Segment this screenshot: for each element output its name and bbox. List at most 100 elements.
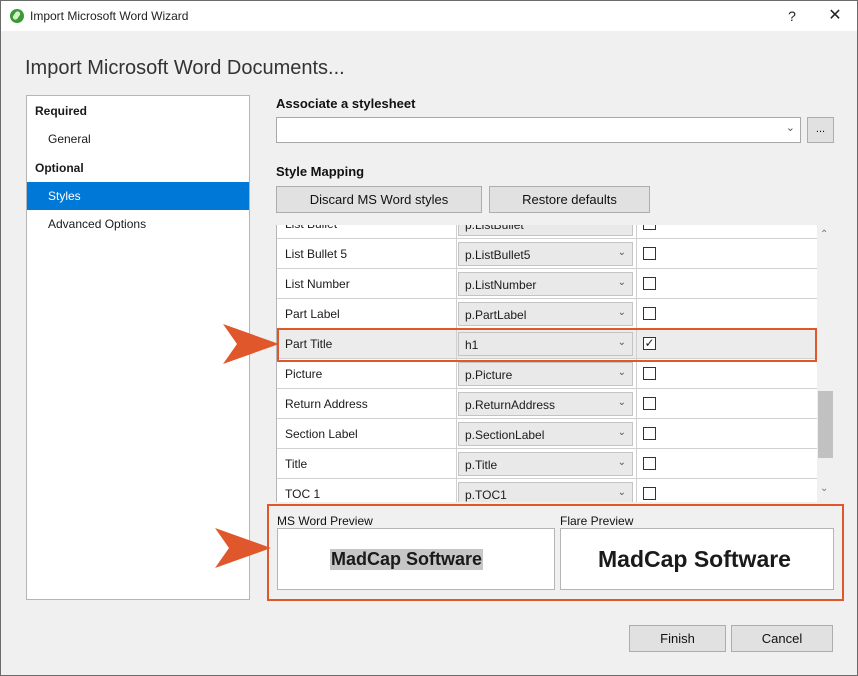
finish-button[interactable]: Finish (629, 625, 726, 652)
map-checkbox[interactable] (643, 247, 656, 260)
column-divider (456, 359, 457, 389)
style-select-value: p.ListNumber (465, 278, 537, 292)
table-row[interactable]: List Bullet 5 p.ListBullet5 ⌄ (277, 239, 817, 269)
table-row[interactable]: Picture p.Picture ⌄ (277, 359, 817, 389)
style-select[interactable]: p.Picture ⌄ (458, 362, 633, 386)
column-divider (456, 479, 457, 502)
flare-preview-text: MadCap Software (598, 546, 791, 572)
style-select-value: p.Title (465, 458, 498, 472)
stylesheet-combo[interactable]: ⌄ (276, 117, 801, 143)
column-divider (636, 269, 637, 299)
table-row[interactable]: Return Address p.ReturnAddress ⌄ (277, 389, 817, 419)
table-row[interactable]: List Bullet p.ListBullet ⌄ (277, 225, 817, 239)
column-divider (456, 389, 457, 419)
style-select[interactable]: p.TOC1 ⌄ (458, 482, 633, 502)
style-name-cell: Picture (285, 367, 323, 381)
nav-item-styles[interactable]: Styles (27, 182, 249, 210)
grid-scrollbar[interactable]: ⌃ ⌄ (817, 225, 834, 502)
chevron-down-icon: ⌄ (617, 307, 626, 318)
wizard-nav: Required General Optional Styles Advance… (26, 95, 250, 600)
style-name-cell: Title (285, 457, 308, 471)
restore-defaults-button[interactable]: Restore defaults (489, 186, 650, 213)
help-button[interactable]: ? (781, 5, 803, 27)
style-name-cell: Return Address (285, 397, 368, 411)
page-title: Import Microsoft Word Documents... (25, 57, 345, 79)
table-row[interactable]: Part Label p.PartLabel ⌄ (277, 299, 817, 329)
style-select-value: p.PartLabel (465, 308, 527, 322)
ms-word-preview-text: MadCap Software (330, 549, 484, 570)
ms-word-preview: MadCap Software (277, 528, 555, 590)
column-divider (636, 419, 637, 449)
style-select[interactable]: p.ListBullet5 ⌄ (458, 242, 633, 266)
map-checkbox[interactable] (643, 457, 656, 470)
column-divider (636, 479, 637, 502)
chevron-down-icon: ⌄ (785, 122, 795, 134)
flare-preview: MadCap Software (560, 528, 834, 590)
style-select-value: p.ListBullet (465, 225, 524, 232)
chevron-down-icon: ⌄ (617, 487, 626, 498)
arrow-right-icon (223, 324, 279, 364)
style-select[interactable]: p.ListNumber ⌄ (458, 272, 633, 296)
table-row[interactable]: TOC 1 p.TOC1 ⌄ (277, 479, 817, 502)
column-divider (456, 239, 457, 269)
column-divider (456, 225, 457, 239)
column-divider (456, 299, 457, 329)
map-checkbox[interactable] (643, 427, 656, 440)
title-bar: Import Microsoft Word Wizard ? ✕ (1, 1, 857, 31)
map-checkbox[interactable] (643, 277, 656, 290)
column-divider (636, 225, 637, 239)
chevron-down-icon[interactable]: ⌄ (820, 483, 828, 494)
style-select-value: p.ReturnAddress (465, 398, 556, 412)
row-highlight-frame (277, 328, 817, 362)
chevron-down-icon: ⌄ (618, 225, 626, 228)
style-name-cell: Section Label (285, 427, 358, 441)
scroll-thumb[interactable] (818, 391, 833, 458)
column-divider (456, 449, 457, 479)
window-title: Import Microsoft Word Wizard (30, 9, 189, 23)
map-checkbox[interactable] (643, 367, 656, 380)
cancel-button[interactable]: Cancel (731, 625, 833, 652)
nav-item-advanced-options[interactable]: Advanced Options (27, 210, 249, 238)
map-checkbox[interactable] (643, 397, 656, 410)
style-name-cell: List Number (285, 277, 350, 291)
chevron-up-icon[interactable]: ⌃ (820, 229, 828, 240)
arrow-right-icon (215, 528, 271, 568)
style-select[interactable]: p.PartLabel ⌄ (458, 302, 633, 326)
column-divider (636, 449, 637, 479)
discard-ms-word-styles-button[interactable]: Discard MS Word styles (276, 186, 482, 213)
chevron-down-icon: ⌄ (617, 367, 626, 378)
column-divider (456, 269, 457, 299)
table-row[interactable]: Section Label p.SectionLabel ⌄ (277, 419, 817, 449)
ms-word-preview-label: MS Word Preview (277, 514, 373, 528)
style-select[interactable]: p.ReturnAddress ⌄ (458, 392, 633, 416)
chevron-down-icon: ⌄ (617, 277, 626, 288)
close-button[interactable]: ✕ (824, 5, 846, 27)
column-divider (636, 389, 637, 419)
style-select[interactable]: p.ListBullet ⌄ (458, 225, 633, 236)
style-name-cell: TOC 1 (285, 487, 321, 501)
style-select[interactable]: p.SectionLabel ⌄ (458, 422, 633, 446)
map-checkbox[interactable] (643, 487, 656, 500)
chevron-down-icon: ⌄ (617, 457, 626, 468)
column-divider (456, 419, 457, 449)
table-row[interactable]: Title p.Title ⌄ (277, 449, 817, 479)
chevron-down-icon: ⌄ (617, 397, 626, 408)
nav-item-general[interactable]: General (27, 125, 249, 153)
flare-preview-label: Flare Preview (560, 514, 634, 528)
browse-stylesheet-button[interactable]: ... (807, 117, 834, 143)
table-row[interactable]: List Number p.ListNumber ⌄ (277, 269, 817, 299)
style-name-cell: List Bullet 5 (285, 247, 348, 261)
style-mapping-label: Style Mapping (276, 164, 365, 179)
column-divider (636, 239, 637, 269)
style-select-value: p.SectionLabel (465, 428, 545, 442)
flare-app-icon (10, 9, 24, 23)
map-checkbox[interactable] (643, 225, 656, 230)
map-checkbox[interactable] (643, 307, 656, 320)
style-select[interactable]: p.Title ⌄ (458, 452, 633, 476)
stylesheet-label: Associate a stylesheet (276, 96, 416, 111)
style-select-value: p.ListBullet5 (465, 248, 531, 262)
nav-group-optional: Optional (35, 161, 84, 175)
style-mapping-grid: List Bullet p.ListBullet ⌄ List Bullet 5 p.L… (276, 225, 817, 502)
style-name-cell: Part Label (285, 307, 340, 321)
style-name-cell: List Bullet (285, 225, 337, 231)
